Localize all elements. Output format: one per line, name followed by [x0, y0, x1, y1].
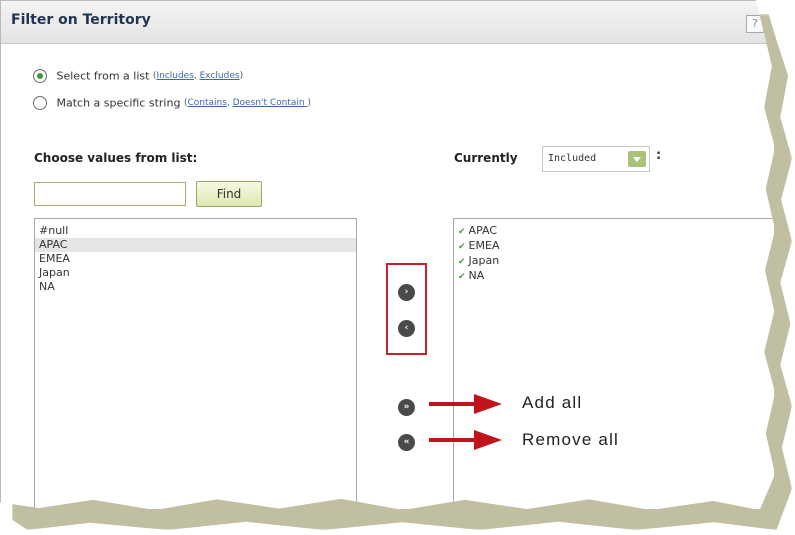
check-icon: ✔	[458, 272, 466, 282]
dialog-titlebar: Filter on Territory ?	[1, 1, 774, 44]
check-icon: ✔	[458, 242, 466, 252]
check-icon: ✔	[458, 227, 466, 237]
filter-dialog: Filter on Territory ? Select from a list…	[0, 0, 775, 510]
currently-heading: Currently	[454, 151, 518, 165]
dialog-title: Filter on Territory	[11, 12, 151, 28]
remove-selected-button[interactable]: ‹	[398, 320, 415, 337]
add-all-button[interactable]: »	[398, 399, 415, 416]
include-mode-select[interactable]: Included	[542, 146, 650, 172]
selected-values-list[interactable]: ✔ APAC ✔ EMEA ✔ Japan ✔ NA	[453, 218, 774, 509]
excludes-link[interactable]: Excludes	[200, 71, 240, 81]
list-item-selected[interactable]: APAC	[35, 238, 356, 252]
chevron-down-icon[interactable]	[628, 151, 646, 167]
add-all-annotation: Add all	[522, 393, 583, 412]
radio-select-from-list[interactable]: Select from a list (Includes, Excludes)	[33, 69, 243, 83]
list-item[interactable]: EMEA	[35, 252, 356, 266]
radio-label: Match a specific string	[56, 96, 181, 110]
list-item[interactable]: ✔ NA	[454, 269, 774, 284]
list-item[interactable]: #null	[35, 224, 356, 238]
find-button[interactable]: Find	[196, 181, 262, 207]
includes-link[interactable]: Includes	[156, 71, 193, 81]
radio-button-checked[interactable]	[33, 69, 47, 83]
choose-values-heading: Choose values from list:	[34, 151, 198, 165]
list-item[interactable]: ✔ APAC	[454, 224, 774, 239]
available-values-list[interactable]: #null APAC EMEA Japan NA	[34, 218, 357, 509]
search-input[interactable]	[34, 182, 186, 206]
list-item[interactable]: ✔ EMEA	[454, 239, 774, 254]
list-item[interactable]: ✔ Japan	[454, 254, 774, 269]
list-item[interactable]: NA	[35, 280, 356, 294]
highlight-box	[386, 263, 427, 355]
include-mode-value: Included	[548, 153, 597, 164]
radio-match-string[interactable]: Match a specific string (Contains, Doesn…	[33, 96, 311, 110]
add-all-arrow-icon	[429, 394, 502, 414]
remove-all-annotation: Remove all	[522, 430, 620, 449]
remove-all-arrow-icon	[429, 430, 502, 450]
check-icon: ✔	[458, 257, 466, 267]
contains-link[interactable]: Contains	[187, 98, 226, 108]
add-selected-button[interactable]: ›	[398, 284, 415, 301]
list-item[interactable]: Japan	[35, 266, 356, 280]
radio-label: Select from a list	[56, 69, 150, 83]
doesnt-contain-link[interactable]: Doesn't Contain	[233, 98, 308, 108]
colon-label: :	[656, 148, 662, 163]
radio-button-unchecked[interactable]	[33, 96, 47, 110]
remove-all-button[interactable]: «	[398, 434, 415, 451]
